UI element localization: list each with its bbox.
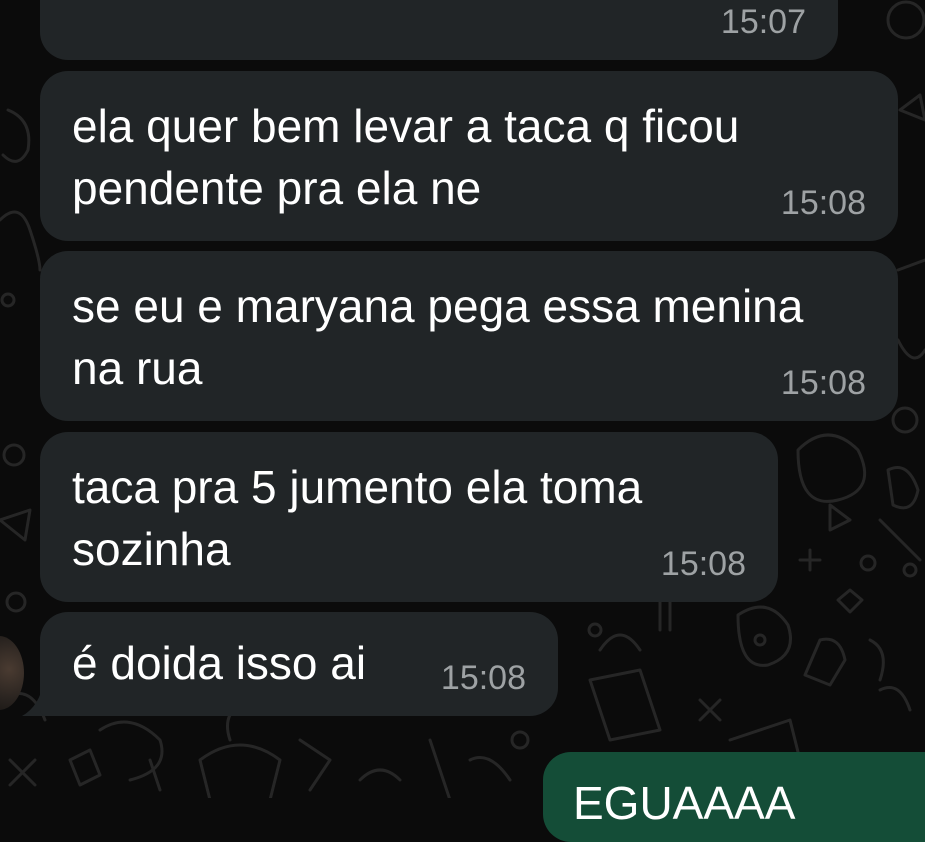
sender-avatar[interactable] bbox=[0, 636, 24, 710]
message-timestamp: 15:08 bbox=[780, 364, 866, 402]
message-bubble-incoming[interactable]: ela quer bem levar a taca q ficou penden… bbox=[40, 71, 898, 241]
message-text: EGUAAAA bbox=[573, 777, 796, 829]
message-text: é doida isso ai bbox=[72, 637, 367, 689]
message-timestamp: 15:08 bbox=[780, 184, 866, 222]
message-timestamp: 15:08 bbox=[660, 545, 746, 583]
message-text: se eu e maryana pega essa menina na rua bbox=[72, 280, 804, 394]
message-bubble-incoming[interactable]: 15:07 bbox=[40, 0, 838, 60]
message-bubble-incoming[interactable]: é doida isso ai 15:08 bbox=[40, 612, 558, 716]
message-bubble-incoming[interactable]: se eu e maryana pega essa menina na rua … bbox=[40, 251, 898, 421]
message-bubble-outgoing[interactable]: EGUAAAA bbox=[543, 752, 925, 842]
message-bubble-incoming[interactable]: taca pra 5 jumento ela toma sozinha 15:0… bbox=[40, 432, 778, 602]
message-timestamp: 15:07 bbox=[720, 3, 806, 41]
message-text: taca pra 5 jumento ela toma sozinha bbox=[72, 461, 643, 575]
message-text: ela quer bem levar a taca q ficou penden… bbox=[72, 100, 740, 214]
message-timestamp: 15:08 bbox=[440, 659, 526, 697]
